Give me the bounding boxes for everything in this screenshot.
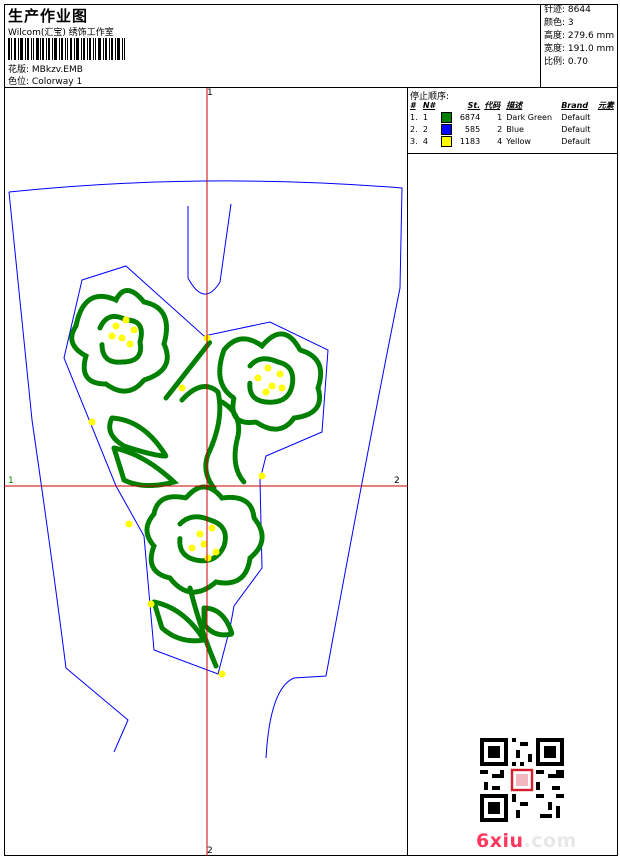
stat-height: 高度: 279.6 mm	[544, 31, 615, 41]
colorway-label: 色位:	[8, 77, 30, 87]
axis-label-bottom: 2	[207, 846, 213, 856]
embroidery-drawing-area: 1 1 2 2	[4, 88, 408, 856]
axis-label-right: 2	[394, 476, 400, 486]
header: 生产作业图 Wilcom(汇宝) 绣饰工作室 花版: MBkzv.EMB 色位:…	[4, 4, 618, 88]
color-swatch	[440, 123, 452, 135]
table-row: 2. 2 585 2 Blue Default	[410, 123, 591, 135]
color-swatch	[440, 111, 452, 123]
brand-name: 6xiu	[476, 830, 524, 852]
col-no: N#	[422, 100, 436, 110]
col-swatch	[439, 99, 456, 111]
stop-sequence-table: # N# St. 代码 描述 Brand 元素 1. 1 6874 1 Dark…	[408, 99, 618, 147]
embroidery-preview	[4, 88, 408, 856]
page-title: 生产作业图	[8, 7, 89, 25]
qr-code-image	[480, 738, 564, 822]
neckline-outline	[187, 203, 232, 295]
stat-width: 宽度: 191.0 mm	[544, 44, 615, 54]
colorway-row: 色位: Colorway 1	[8, 74, 82, 87]
axis-label-top: 1	[207, 88, 213, 98]
table-header-row: # N# St. 代码 描述 Brand 元素	[408, 99, 618, 111]
col-st: St.	[467, 100, 481, 110]
colorway-value: Colorway 1	[31, 77, 83, 87]
table-row: 3. 4 1183 4 Yellow Default	[410, 135, 591, 147]
table-row: 1. 1 6874 1 Dark Green Default	[410, 111, 591, 123]
col-desc: 描述	[506, 100, 523, 110]
col-brand: Brand	[561, 100, 589, 110]
green-stitches	[69, 288, 324, 669]
barcode-image	[8, 38, 125, 60]
col-element: 元素	[597, 100, 614, 110]
design-stats: 针迹: 8644 颜色: 3 高度: 279.6 mm 宽度: 191.0 mm…	[540, 4, 618, 88]
stat-colors: 颜色: 3	[544, 18, 574, 28]
subtitle: Wilcom(汇宝) 绣饰工作室	[8, 28, 114, 38]
stop-sequence-panel: 停止顺序: # N# St. 代码 描述 Brand 元素 1. 1 6874 …	[408, 88, 618, 856]
stat-stitches: 针迹: 8644	[544, 5, 591, 15]
color-swatch	[440, 135, 452, 147]
axis-label-left: 1	[8, 476, 14, 486]
stat-scale: 比例: 0.70	[544, 57, 588, 67]
col-idx: #	[410, 100, 416, 110]
brand-watermark: 6xiu.com	[476, 830, 577, 852]
col-code: 代码	[484, 100, 501, 110]
panel-divider	[408, 153, 618, 154]
brand-tld: .com	[523, 830, 577, 852]
